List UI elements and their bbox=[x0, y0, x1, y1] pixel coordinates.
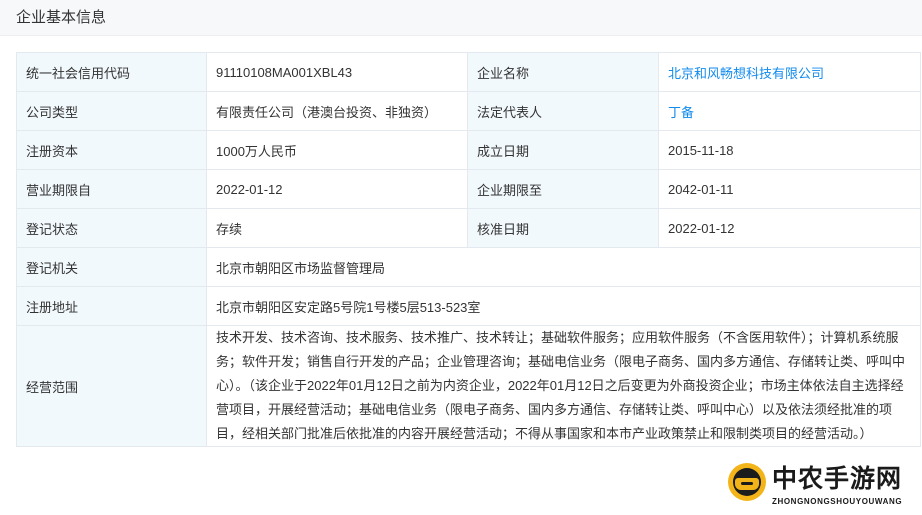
credit-code-value: 91110108MA001XBL43 bbox=[206, 52, 468, 92]
table-row: 统一社会信用代码 91110108MA001XBL43 企业名称 北京和风畅想科… bbox=[16, 52, 921, 92]
registration-status-label: 登记状态 bbox=[16, 208, 207, 248]
term-from-value: 2022-01-12 bbox=[206, 169, 468, 209]
business-scope-label: 经营范围 bbox=[16, 325, 207, 447]
registered-address-label: 注册地址 bbox=[16, 286, 207, 326]
watermark-subtitle: ZHONGNONGSHOUYOUWANG bbox=[772, 497, 903, 506]
term-from-label: 营业期限自 bbox=[16, 169, 207, 209]
approval-date-label: 核准日期 bbox=[467, 208, 659, 248]
table-row: 营业期限自 2022-01-12 企业期限至 2042-01-11 bbox=[16, 169, 921, 209]
company-type-label: 公司类型 bbox=[16, 91, 207, 131]
established-date-label: 成立日期 bbox=[467, 130, 659, 170]
company-info-table: 统一社会信用代码 91110108MA001XBL43 企业名称 北京和风畅想科… bbox=[16, 52, 921, 447]
table-row: 注册地址 北京市朝阳区安定路5号院1号楼5层513-523室 bbox=[16, 286, 921, 326]
legal-rep-label: 法定代表人 bbox=[467, 91, 659, 131]
table-row: 登记机关 北京市朝阳区市场监督管理局 bbox=[16, 247, 921, 287]
term-to-value: 2042-01-11 bbox=[658, 169, 921, 209]
credit-code-label: 统一社会信用代码 bbox=[16, 52, 207, 92]
registration-authority-label: 登记机关 bbox=[16, 247, 207, 287]
watermark-title: 中农手游网 bbox=[772, 464, 903, 493]
registration-authority-value: 北京市朝阳区市场监督管理局 bbox=[206, 247, 921, 287]
term-to-label: 企业期限至 bbox=[467, 169, 659, 209]
company-type-value: 有限责任公司（港澳台投资、非独资） bbox=[206, 91, 468, 131]
company-name-link[interactable]: 北京和风畅想科技有限公司 bbox=[658, 52, 921, 92]
company-name-label: 企业名称 bbox=[467, 52, 659, 92]
registered-capital-value: 1000万人民币 bbox=[206, 130, 468, 170]
legal-rep-link[interactable]: 丁备 bbox=[658, 91, 921, 131]
watermark: 中农手游网 ZHONGNONGSHOUYOUWANG bbox=[722, 458, 922, 515]
table-row: 登记状态 存续 核准日期 2022-01-12 bbox=[16, 208, 921, 248]
section-title: 企业基本信息 bbox=[16, 9, 107, 26]
registration-status-value: 存续 bbox=[206, 208, 468, 248]
table-row: 公司类型 有限责任公司（港澳台投资、非独资） 法定代表人 丁备 bbox=[16, 91, 921, 131]
table-row: 经营范围 技术开发、技术咨询、技术服务、技术推广、技术转让；基础软件服务；应用软… bbox=[16, 325, 921, 447]
business-scope-value: 技术开发、技术咨询、技术服务、技术推广、技术转让；基础软件服务；应用软件服务（不… bbox=[206, 325, 921, 447]
gamepad-logo-icon bbox=[728, 463, 766, 501]
approval-date-value: 2022-01-12 bbox=[658, 208, 921, 248]
section-header: 企业基本信息 bbox=[0, 0, 922, 36]
registered-address-value: 北京市朝阳区安定路5号院1号楼5层513-523室 bbox=[206, 286, 921, 326]
table-row: 注册资本 1000万人民币 成立日期 2015-11-18 bbox=[16, 130, 921, 170]
registered-capital-label: 注册资本 bbox=[16, 130, 207, 170]
established-date-value: 2015-11-18 bbox=[658, 130, 921, 170]
